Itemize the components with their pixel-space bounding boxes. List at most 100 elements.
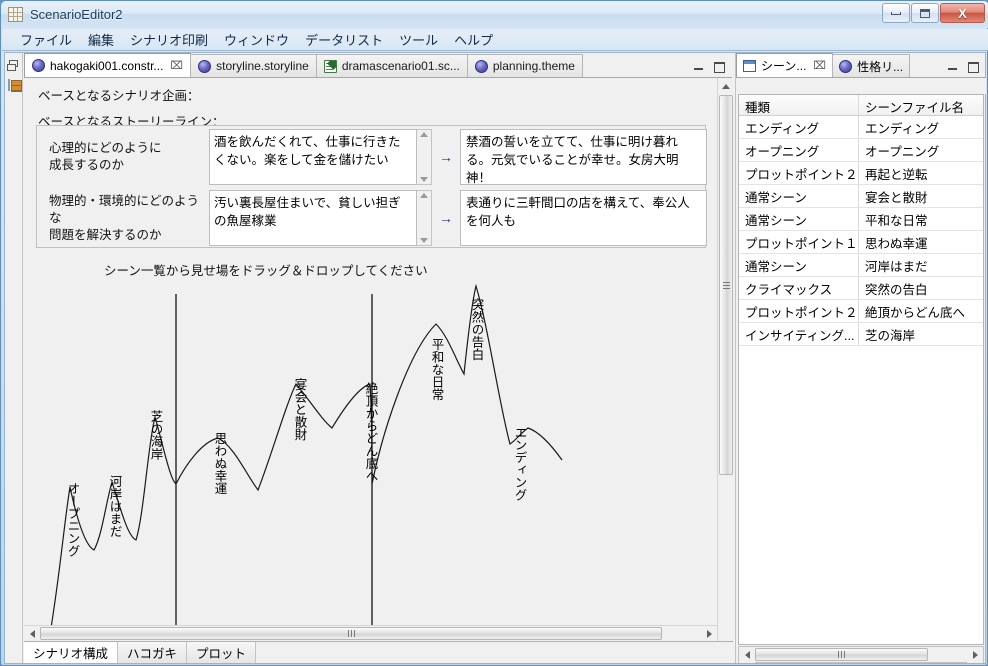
minimize-button[interactable]: [882, 3, 910, 23]
horizontal-scroll-track[interactable]: [40, 626, 701, 641]
before-text-1-scrollbar[interactable]: [417, 129, 432, 185]
cell-filename: 再起と逆転: [865, 167, 928, 182]
tab-storyline[interactable]: storyline.storyline: [190, 54, 317, 77]
panel-minimize-icon[interactable]: [946, 60, 960, 73]
menu-datalist[interactable]: データリスト: [297, 28, 391, 51]
table-row[interactable]: 通常シーン 宴会と散財: [739, 185, 983, 208]
table-row[interactable]: 通常シーン 河岸はまだ: [739, 254, 983, 277]
scene-list-horizontal-scrollbar[interactable]: [738, 646, 984, 663]
scene-structure-chart[interactable]: シーン一覧から見せ場をドラッグ＆ドロップしてください オープニング 河岸はまだ …: [36, 260, 706, 645]
table-row[interactable]: プロットポイント２ 再起と逆転: [739, 162, 983, 185]
maximize-icon: [920, 8, 930, 18]
tab-label: storyline.storyline: [216, 59, 309, 73]
tab-scene-list[interactable]: シーン... ⌧: [736, 53, 834, 77]
panel-maximize-icon[interactable]: [966, 60, 980, 73]
cell-filename: 突然の告白: [865, 282, 928, 297]
column-header-type[interactable]: 種類: [739, 95, 859, 115]
scroll-up-button[interactable]: [718, 78, 734, 94]
tab-hakogaki001[interactable]: hakogaki001.constr... ⌧: [24, 53, 192, 77]
minimize-icon: [891, 11, 901, 15]
scene-label-shiba: 芝の海岸: [148, 410, 163, 460]
cell-type: 通常シーン: [739, 185, 859, 207]
tab-dramascenario01[interactable]: dramascenario01.sc...: [315, 54, 468, 77]
sphere-icon: [198, 59, 212, 73]
chevron-right-icon: [972, 651, 978, 659]
table-row[interactable]: プロットポイント２ 絶頂からどん底へ: [739, 300, 983, 323]
table-row[interactable]: インサイティング... 芝の海岸: [739, 323, 983, 346]
after-text-1[interactable]: 禁酒の誓いを立てて、仕事に明け暮れる。元気でいることが幸せ。女房大明神！: [460, 129, 707, 185]
scene-list-tab-strip: シーン... ⌧ 性格リ...: [736, 53, 986, 78]
before-text-2-scrollbar[interactable]: [417, 190, 432, 246]
menu-tools[interactable]: ツール: [391, 28, 446, 51]
scroll-left-button[interactable]: [24, 626, 40, 642]
question-label: 心理的にどのように 成長するのか: [49, 141, 162, 172]
chevron-right-icon: [706, 630, 712, 638]
scene-list-panel: シーン... ⌧ 性格リ... 種類 シーンファイル名 エンディング エンディン…: [735, 53, 986, 663]
after-text-2[interactable]: 表通りに三軒間口の店を構えて、奉公人を何人も: [460, 190, 707, 246]
scroll-down-icon[interactable]: [420, 238, 428, 243]
scroll-right-button[interactable]: [701, 626, 717, 642]
chevron-left-icon: [29, 630, 35, 638]
scene-label-ending: エンディング: [512, 426, 527, 501]
title-bar: ScenarioEditor2 X: [1, 1, 988, 28]
tab-scenario-structure[interactable]: シナリオ構成: [24, 642, 119, 663]
tab-planning-theme[interactable]: planning.theme: [466, 54, 583, 77]
horizontal-scroll-track[interactable]: [755, 647, 967, 662]
editor-bottom-tabs: シナリオ構成 ハコガキ プロット: [24, 641, 733, 663]
window-list-icon: [743, 59, 756, 72]
scroll-up-icon[interactable]: [420, 193, 428, 198]
scroll-up-icon[interactable]: [420, 132, 428, 137]
cell-filename: 絶頂からどん底へ: [865, 305, 966, 320]
table-row[interactable]: エンディング エンディング: [739, 116, 983, 139]
editor-horizontal-scrollbar[interactable]: [24, 625, 717, 642]
scroll-down-icon[interactable]: [420, 177, 428, 182]
tab-hakogaki[interactable]: ハコガキ: [118, 642, 188, 663]
cell-filename: 宴会と散財: [865, 190, 928, 205]
before-text-2[interactable]: 汚い裏長屋住まいで、貧しい担ぎの魚屋稼業: [209, 190, 417, 246]
scene-label-opening: オープニング: [65, 482, 80, 557]
tab-plot[interactable]: プロット: [187, 642, 257, 663]
grip-icon: [722, 281, 730, 289]
horizontal-scroll-thumb[interactable]: [40, 627, 662, 640]
scene-label-confession: 突然の告白: [469, 298, 484, 361]
panel-maximize-icon[interactable]: [712, 60, 726, 73]
close-icon[interactable]: ⌧: [813, 59, 826, 72]
scroll-right-button[interactable]: [967, 647, 983, 663]
menu-file[interactable]: ファイル: [12, 28, 80, 51]
column-header-filename[interactable]: シーンファイル名: [859, 95, 983, 115]
heading-scenario-plan: ベースとなるシナリオ企画：: [38, 89, 200, 103]
table-row[interactable]: 通常シーン 平和な日常: [739, 208, 983, 231]
scroll-left-button[interactable]: [739, 647, 755, 663]
maximize-button[interactable]: [911, 3, 939, 23]
storyline-group: 心理的にどのように 成長するのか 酒を飲んだくれて、仕事に行きたくない。楽をして金…: [36, 125, 707, 248]
tab-label: シーン...: [761, 59, 807, 73]
close-button[interactable]: X: [940, 3, 985, 23]
menu-scenario-print[interactable]: シナリオ印刷: [122, 28, 216, 51]
editor-tab-strip: hakogaki001.constr... ⌧ storyline.storyl…: [24, 53, 732, 78]
editor-vertical-scrollbar[interactable]: [717, 78, 734, 663]
cell-filename: オープニング: [865, 144, 940, 159]
left-icon-rail: [5, 53, 23, 663]
sphere-icon: [839, 59, 853, 73]
table-row[interactable]: オープニング オープニング: [739, 139, 983, 162]
window-controls: X: [882, 3, 985, 23]
menu-window[interactable]: ウィンドウ: [216, 28, 297, 51]
menu-edit[interactable]: 編集: [80, 28, 122, 51]
menu-bar: ファイル 編集 シナリオ印刷 ウィンドウ データリスト ツール ヘルプ: [2, 29, 988, 51]
scene-list-table[interactable]: 種類 シーンファイル名 エンディング エンディング オープニング オープニング …: [738, 94, 984, 645]
scene-label-fortune: 思わぬ幸運: [212, 432, 227, 495]
panel-minimize-icon[interactable]: [692, 60, 706, 73]
menu-help[interactable]: ヘルプ: [446, 28, 501, 51]
table-header-row: 種類 シーンファイル名: [739, 95, 983, 116]
tab-personality-list[interactable]: 性格リ...: [832, 54, 911, 77]
close-icon[interactable]: ⌧: [170, 59, 183, 72]
scene-label-kashi: 河岸はまだ: [107, 475, 122, 538]
table-row[interactable]: プロットポイント１ 思わぬ幸運: [739, 231, 983, 254]
horizontal-scroll-thumb[interactable]: [755, 648, 928, 661]
data-table-icon[interactable]: [5, 77, 22, 94]
before-text-1[interactable]: 酒を飲んだくれて、仕事に行きたくない。楽をして金を儲けたい: [209, 129, 417, 185]
table-row[interactable]: クライマックス 突然の告白: [739, 277, 983, 300]
vertical-scroll-thumb[interactable]: [719, 95, 733, 475]
cell-type: オープニング: [739, 139, 859, 161]
restore-view-icon[interactable]: [5, 57, 21, 74]
